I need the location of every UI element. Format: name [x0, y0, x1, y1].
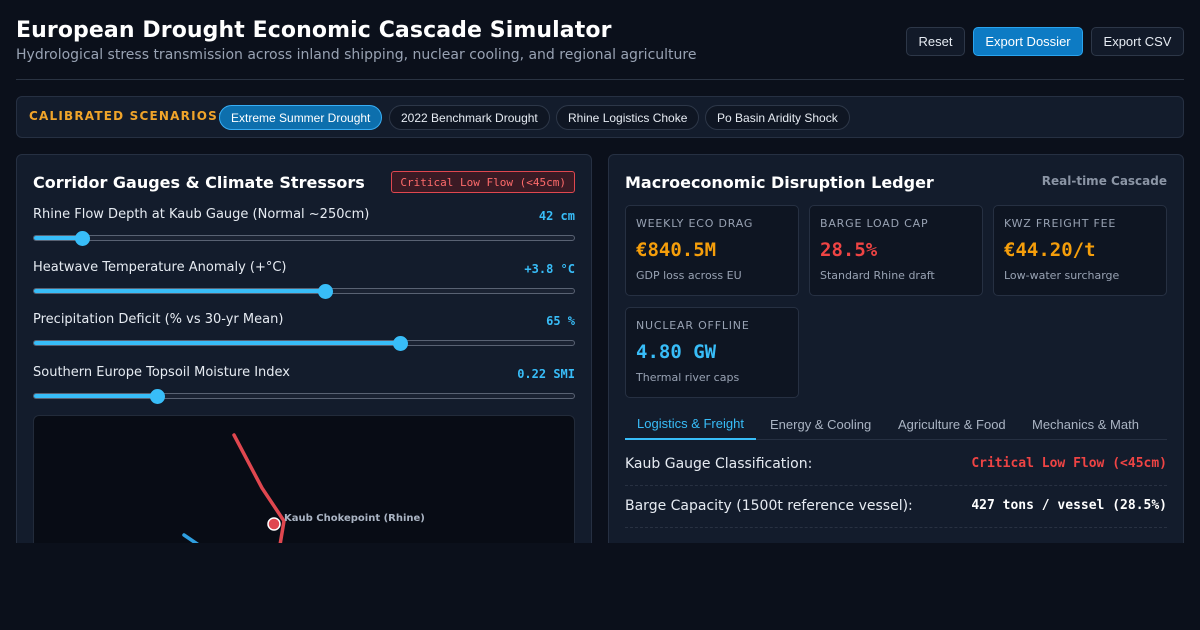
slider-thumb[interactable]	[74, 231, 90, 246]
tab-agriculture-food[interactable]: Agriculture & Food	[886, 409, 1018, 440]
river-corridor-map[interactable]: Kaub Chokepoint (Rhine)	[33, 415, 575, 553]
realtime-label: Real-time Cascade	[1041, 174, 1167, 188]
kpi-value: €840.5M	[636, 239, 717, 261]
viewport-bottom-background	[0, 543, 1200, 630]
scenario-chip-2022-benchmark-drought[interactable]: 2022 Benchmark Drought	[389, 105, 550, 130]
kpi-label: WEEKLY ECO DRAG	[636, 217, 754, 230]
slider-value: +3.8 °C	[524, 262, 575, 276]
ledger-value: Critical Low Flow (<45cm)	[971, 456, 1167, 471]
scenario-chip-po-basin-aridity-shock[interactable]: Po Basin Aridity Shock	[705, 105, 850, 130]
slider-heatwave-anomaly: Heatwave Temperature Anomaly (+°C) +3.8 …	[33, 260, 575, 304]
export-csv-button[interactable]: Export CSV	[1091, 27, 1184, 56]
slider-track[interactable]	[33, 231, 575, 246]
kaub-chokepoint-marker[interactable]	[267, 517, 281, 531]
slider-track[interactable]	[33, 284, 575, 299]
rhine-river-path	[232, 433, 286, 553]
slider-value: 0.22 SMI	[517, 367, 575, 381]
panel-title: Corridor Gauges & Climate Stressors	[33, 173, 365, 192]
scenario-label: CALIBRATED SCENARIOS:	[29, 109, 224, 123]
page-subtitle: Hydrological stress transmission across …	[16, 47, 697, 63]
ledger-row: Barge Capacity (1500t reference vessel):…	[625, 492, 1167, 528]
slider-thumb[interactable]	[317, 284, 333, 299]
page-title: European Drought Economic Cascade Simula…	[16, 18, 612, 43]
corridor-gauges-panel: Corridor Gauges & Climate Stressors Crit…	[16, 154, 592, 554]
slider-value: 65 %	[546, 314, 575, 328]
slider-label: Southern Europe Topsoil Moisture Index	[33, 365, 291, 380]
kpi-weekly-eco-drag: WEEKLY ECO DRAG €840.5M GDP loss across …	[625, 205, 799, 296]
kpi-subtext: Thermal river caps	[636, 371, 740, 384]
ledger-tabs: Logistics & Freight Energy & Cooling Agr…	[625, 409, 1167, 440]
scenario-chip-extreme-summer-drought[interactable]: Extreme Summer Drought	[219, 105, 383, 130]
kpi-kwz-freight-fee: KWZ FREIGHT FEE €44.20/t Low-water surch…	[993, 205, 1167, 296]
kpi-label: NUCLEAR OFFLINE	[636, 319, 750, 332]
ledger-key: Barge Capacity (1500t reference vessel):	[625, 498, 913, 514]
kpi-value: 28.5%	[820, 239, 878, 261]
export-dossier-button[interactable]: Export Dossier	[973, 27, 1083, 56]
panel-title: Macroeconomic Disruption Ledger	[625, 173, 934, 192]
kpi-value: 4.80 GW	[636, 341, 717, 363]
kpi-subtext: Standard Rhine draft	[820, 269, 935, 282]
kaub-chokepoint-label: Kaub Chokepoint (Rhine)	[284, 513, 425, 524]
ledger-value: 427 tons / vessel (28.5%)	[971, 498, 1167, 513]
kpi-label: KWZ FREIGHT FEE	[1004, 217, 1117, 230]
kpi-label: BARGE LOAD CAP	[820, 217, 929, 230]
status-badge: Critical Low Flow (<45cm)	[391, 171, 575, 193]
slider-topsoil-moisture: Southern Europe Topsoil Moisture Index 0…	[33, 365, 575, 409]
river-map-svg: Kaub Chokepoint (Rhine)	[182, 433, 425, 553]
slider-rhine-flow-depth: Rhine Flow Depth at Kaub Gauge (Normal ~…	[33, 207, 575, 251]
slider-precipitation-deficit: Precipitation Deficit (% vs 30-yr Mean) …	[33, 312, 575, 356]
ledger-key: Kaub Gauge Classification:	[625, 456, 813, 472]
scenario-bar: CALIBRATED SCENARIOS: Extreme Summer Dro…	[16, 96, 1184, 138]
slider-fill	[34, 289, 326, 293]
slider-thumb[interactable]	[393, 336, 409, 351]
slider-value: 42 cm	[538, 209, 575, 223]
slider-label: Precipitation Deficit (% vs 30-yr Mean)	[33, 312, 284, 327]
tab-energy-cooling[interactable]: Energy & Cooling	[758, 409, 883, 440]
slider-fill	[34, 394, 159, 398]
tab-mechanics-math[interactable]: Mechanics & Math	[1020, 409, 1151, 440]
kpi-value: €44.20/t	[1004, 239, 1096, 261]
slider-track[interactable]	[33, 389, 575, 404]
tab-logistics-freight[interactable]: Logistics & Freight	[625, 409, 756, 440]
scenario-chip-rhine-logistics-choke[interactable]: Rhine Logistics Choke	[556, 105, 700, 130]
kpi-subtext: Low-water surcharge	[1004, 269, 1120, 282]
kpi-barge-load-cap: BARGE LOAD CAP 28.5% Standard Rhine draf…	[809, 205, 983, 296]
slider-label: Heatwave Temperature Anomaly (+°C)	[33, 260, 287, 275]
slider-fill	[34, 341, 402, 345]
slider-track[interactable]	[33, 336, 575, 351]
slider-label: Rhine Flow Depth at Kaub Gauge (Normal ~…	[33, 207, 370, 222]
page-header: European Drought Economic Cascade Simula…	[16, 0, 1184, 80]
kpi-nuclear-offline: NUCLEAR OFFLINE 4.80 GW Thermal river ca…	[625, 307, 799, 398]
ledger-row: Kaub Gauge Classification: Critical Low …	[625, 450, 1167, 486]
reset-button[interactable]: Reset	[906, 27, 965, 56]
slider-thumb[interactable]	[150, 389, 166, 404]
disruption-ledger-panel: Macroeconomic Disruption Ledger Real-tim…	[608, 154, 1184, 554]
kpi-subtext: GDP loss across EU	[636, 269, 742, 282]
